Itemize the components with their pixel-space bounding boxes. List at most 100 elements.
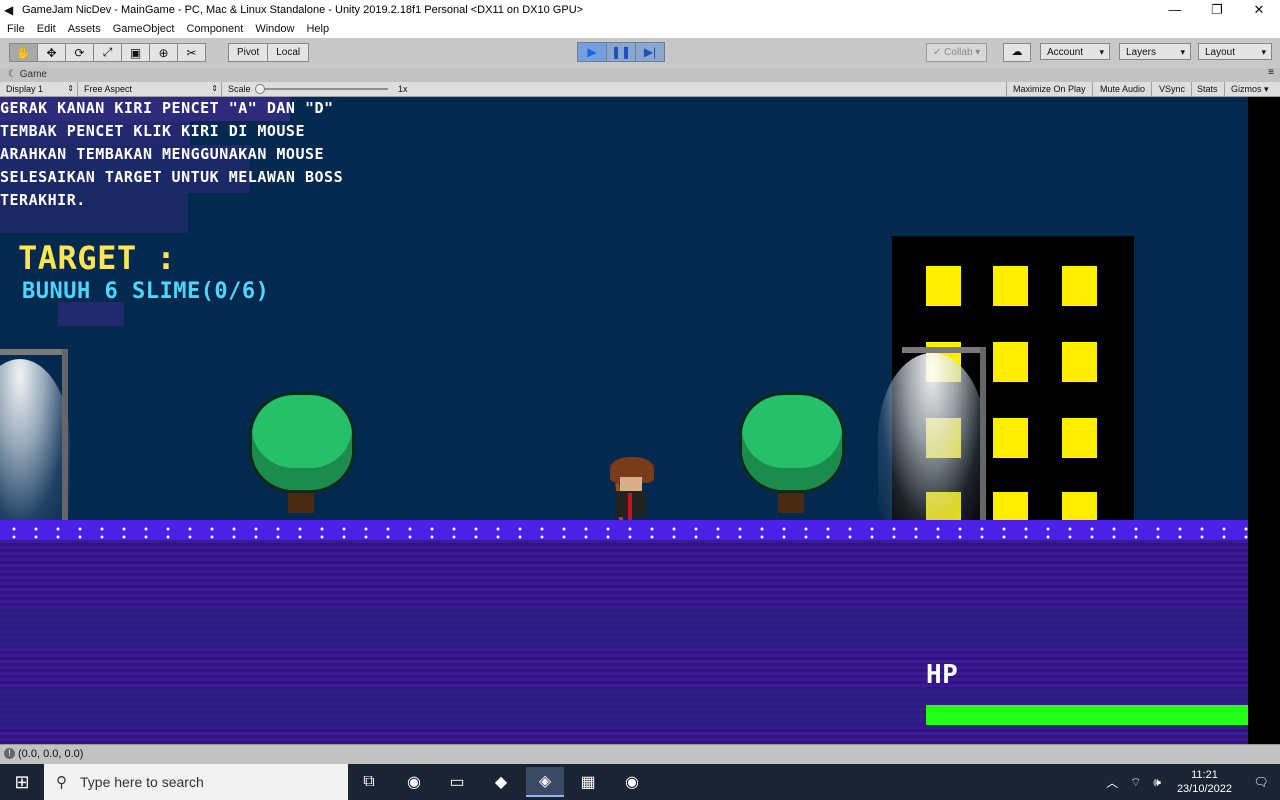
building-window [1062,418,1097,458]
file-explorer-icon[interactable]: ▭ [438,767,476,797]
windows-taskbar: ⊞ ⚲ Type here to search ⧉ ◉ ▭ ◆ ◈ ▦ ◉ ︿ … [0,764,1280,800]
chrome-icon[interactable]: ◉ [395,767,433,797]
menu-assets[interactable]: Assets [68,23,101,35]
clock[interactable]: 11:21 23/10/2022 [1177,768,1232,796]
tree [742,395,842,490]
layout-dropdown[interactable]: Layout [1198,43,1272,61]
street-lamp-pole [980,347,986,527]
system-tray: ︿ ⌔ 🕪 11:21 23/10/2022 🗨 [1100,764,1280,800]
info-icon: ! [4,748,15,759]
menu-edit[interactable]: Edit [37,23,56,35]
ground-band [0,608,1248,648]
scale-slider[interactable] [258,88,388,90]
layers-dropdown[interactable]: Layers [1119,43,1191,61]
building-window [993,418,1028,458]
hp-label: HP [926,660,959,690]
collab-button[interactable]: ✓ Collab ▾ [926,43,988,62]
tab-game[interactable]: ☾ Game [8,68,47,81]
tab-menu-icon[interactable]: ≡ [1268,67,1274,78]
windows-start-icon[interactable]: ⊞ [0,764,44,800]
status-bar: ! (0.0, 0.0, 0.0) [0,744,1280,765]
rect-tool-icon[interactable]: ▣ [121,43,150,62]
restore-button[interactable]: ❐ [1196,0,1238,20]
notepad-icon[interactable]: ▦ [569,767,607,797]
vsync-toggle[interactable]: VSync [1153,82,1193,96]
window-titlebar: ◀ GameJam NicDev - MainGame - PC, Mac & … [0,0,1280,20]
menu-window[interactable]: Window [255,23,294,35]
account-dropdown[interactable]: Account [1040,43,1110,61]
search-icon: ⚲ [56,774,67,791]
scale-label: Scale [228,84,251,94]
instruction-line: TERAKHIR. [0,191,86,209]
unity-icon[interactable]: ◈ [526,767,564,797]
task-view-icon[interactable]: ⧉ [350,767,388,797]
tree-trunk [778,493,804,513]
instructions-text: GERAK KANAN KIRI PENCET "A" DAN "D" TEMB… [0,97,410,212]
custom-tool-icon[interactable]: ✂ [177,43,206,62]
menu-help[interactable]: Help [306,23,329,35]
main-toolbar: ✋ ✥ ⟳ ⤢ ▣ ⊕ ✂ Pivot Local ▶ ❚❚ ▶| ✓ Coll… [0,38,1280,68]
close-button[interactable]: ✕ [1238,0,1280,20]
ground-dots [0,525,1248,539]
menu-gameobject[interactable]: GameObject [113,23,175,35]
lamp-light-glow [878,353,986,523]
clock-time: 11:21 [1191,769,1218,781]
hp-bar [926,705,1248,725]
move-tool-icon[interactable]: ✥ [37,43,66,62]
volume-icon[interactable]: 🕪 [1153,775,1161,790]
instruction-line: SELESAIKAN TARGET UNTUK MELAWAN BOSS [0,168,344,186]
pause-button[interactable]: ❚❚ [606,42,636,62]
instruction-line: TEMBAK PENCET KLIK KIRI DI MOUSE [0,122,305,140]
game-viewport[interactable]: GERAK KANAN KIRI PENCET "A" DAN "D" TEMB… [0,97,1248,744]
taskbar-search[interactable]: ⚲ Type here to search [44,764,348,800]
pivot-toggles: Pivot Local [228,43,310,62]
menu-component[interactable]: Component [186,23,243,35]
building-window [993,342,1028,382]
hand-tool-icon[interactable]: ✋ [9,43,38,62]
scale-value: 1x [398,84,408,94]
building-window [993,266,1028,306]
pivot-button[interactable]: Pivot [228,43,269,62]
tray-chevron-icon[interactable]: ︿ [1106,774,1118,791]
aspect-dropdown[interactable]: Free Aspect [78,82,222,96]
gizmos-dropdown[interactable]: Gizmos ▾ [1225,82,1275,96]
scale-tool-icon[interactable]: ⤢ [93,43,122,62]
notification-icon[interactable]: 🗨 [1248,775,1274,789]
hp-bar-fill [926,705,1248,725]
instruction-line: GERAK KANAN KIRI PENCET "A" DAN "D" [0,99,334,117]
search-placeholder: Type here to search [80,774,204,790]
target-title: TARGET : [18,239,177,277]
display-dropdown[interactable]: Display 1 [0,82,78,96]
visual-studio-icon[interactable]: ◆ [482,767,520,797]
unity-logo-icon: ◀ [4,3,14,17]
street-lamp-pole [62,349,68,527]
step-button[interactable]: ▶| [635,42,665,62]
game-view-toolbar: Display 1 Free Aspect Scale 1x Maximize … [0,82,1280,97]
building-window [1062,492,1097,521]
transform-tools: ✋ ✥ ⟳ ⤢ ▣ ⊕ ✂ [9,43,206,62]
maximize-on-play-toggle[interactable]: Maximize On Play [1006,82,1093,96]
mute-audio-toggle[interactable]: Mute Audio [1094,82,1153,96]
cloud-icon[interactable]: ☁ [1003,43,1031,62]
network-icon[interactable]: ⌔ [1130,775,1141,790]
viewport-border [1248,97,1280,744]
building-window [993,492,1028,521]
menu-bar: File Edit Assets GameObject Component Wi… [0,20,1280,38]
play-button[interactable]: ▶ [577,42,607,62]
local-button[interactable]: Local [267,43,310,62]
play-controls: ▶ ❚❚ ▶| [577,42,665,62]
rotate-tool-icon[interactable]: ⟳ [65,43,94,62]
menu-file[interactable]: File [7,23,25,35]
window-controls: — ❐ ✕ [1154,0,1280,20]
building-window [1062,342,1097,382]
scale-slider-thumb[interactable] [255,84,265,94]
chrome-icon[interactable]: ◉ [613,767,651,797]
lamp-light-glow [0,359,70,523]
transform-tool-icon[interactable]: ⊕ [149,43,178,62]
building-window [1062,266,1097,306]
minimize-button[interactable]: — [1154,0,1196,20]
building-window [926,266,961,306]
status-message[interactable]: (0.0, 0.0, 0.0) [18,748,83,760]
stats-toggle[interactable]: Stats [1191,82,1225,96]
clock-date: 23/10/2022 [1176,783,1232,795]
